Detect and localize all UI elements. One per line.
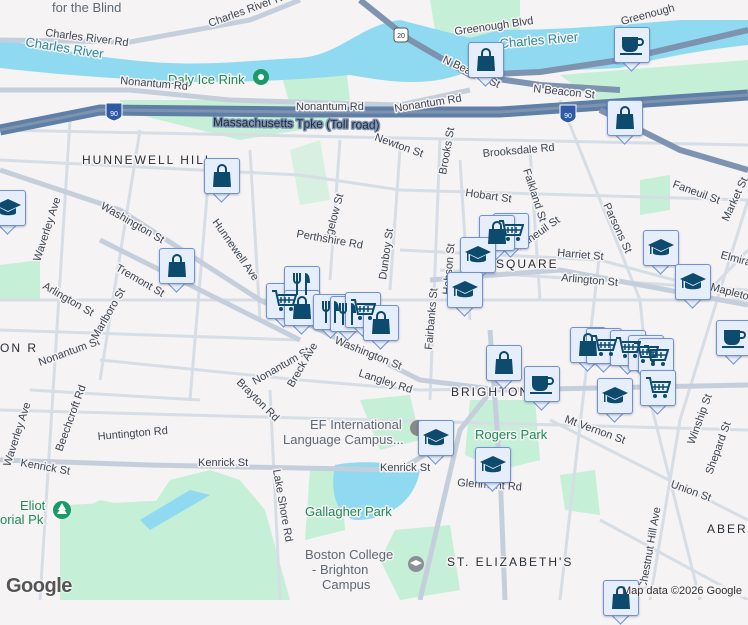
- svg-text:90: 90: [564, 113, 572, 120]
- grocery-icon: [640, 370, 676, 406]
- street-label: Lake Shore Rd: [270, 468, 295, 542]
- poi-label: Language Campus...: [283, 432, 404, 447]
- education-marker[interactable]: [447, 272, 483, 316]
- neighborhood-label: SQUARE: [496, 257, 559, 271]
- street-label: Charles River Rd: [207, 0, 290, 30]
- shopping-marker[interactable]: [159, 248, 195, 292]
- street-label: Brooksdale Rd: [482, 142, 555, 160]
- street-label: Kenrick St: [198, 457, 248, 469]
- education-icon: [643, 230, 679, 266]
- street-label: Huntington Rd: [97, 425, 168, 443]
- school-pin-icon[interactable]: [408, 556, 424, 572]
- street-label: Faneuil St: [671, 179, 722, 207]
- poi-label: Boston College: [305, 547, 393, 562]
- street-label: Hobart St: [465, 187, 513, 205]
- us20-shield-icon: 20: [394, 28, 408, 42]
- grocery-marker[interactable]: [640, 370, 676, 414]
- shopping-icon: [468, 42, 504, 78]
- svg-text:90: 90: [110, 111, 118, 118]
- cafe-marker[interactable]: [524, 366, 560, 410]
- education-icon: [675, 264, 711, 300]
- poi-label: Campus: [322, 577, 371, 592]
- park-label: Eliot: [20, 498, 46, 513]
- cafe-marker[interactable]: [614, 27, 650, 71]
- street-label: Fairbanks St: [423, 288, 440, 351]
- cafe-icon: [524, 366, 560, 402]
- street-label: Waverley Ave: [31, 196, 63, 263]
- education-marker[interactable]: [597, 378, 633, 422]
- park-label: Rogers Park: [475, 427, 548, 442]
- education-marker[interactable]: [0, 190, 26, 234]
- education-icon: [447, 272, 483, 308]
- park-tree-pin-icon[interactable]: [53, 501, 71, 519]
- education-icon: [418, 420, 454, 456]
- education-icon: [0, 190, 26, 226]
- shopping-icon: [204, 158, 240, 194]
- poi-label: for the Blind: [52, 0, 121, 15]
- shopping-marker[interactable]: [204, 158, 240, 202]
- neighborhood-label: ABERD: [707, 522, 748, 536]
- neighborhood-label: ST. ELIZABETH'S: [447, 555, 573, 569]
- i90-shield-icon: 90: [560, 105, 576, 123]
- street-label: Nonantum St: [37, 336, 101, 369]
- park-label: orial Pk: [0, 512, 44, 527]
- poi-label: EF International: [310, 417, 402, 432]
- shopping-icon: [159, 248, 195, 284]
- svg-text:20: 20: [397, 33, 405, 40]
- education-marker[interactable]: [643, 230, 679, 274]
- neighborhood-label: ON R: [0, 341, 38, 355]
- street-label: Nonantum Rd: [296, 101, 364, 113]
- neighborhood-label: HUNNEWELL HILL: [82, 153, 214, 167]
- street-label: Washington St: [99, 200, 167, 246]
- street-label: Winship St: [686, 393, 715, 447]
- grocery-icon: [638, 338, 674, 374]
- park-label: Gallagher Park: [305, 504, 392, 519]
- shopping-marker[interactable]: [486, 345, 522, 389]
- cafe-marker[interactable]: [716, 320, 748, 364]
- street-label: Harriet St: [557, 247, 604, 263]
- street-label: Parsons St: [600, 201, 634, 255]
- education-marker[interactable]: [418, 420, 454, 464]
- education-icon: [475, 447, 511, 483]
- shopping-icon: [486, 345, 522, 381]
- street-label: Arlington St: [561, 272, 619, 289]
- shopping-marker[interactable]: [607, 100, 643, 144]
- i90-shield-icon: 90: [106, 103, 122, 121]
- daly-ice-rink-pin-icon[interactable]: [253, 69, 269, 85]
- street-label: Brooks St: [437, 126, 457, 175]
- highway-label: Massachusetts Tpke (Toll road): [213, 115, 380, 132]
- education-icon: [597, 378, 633, 414]
- shopping-marker[interactable]: [468, 42, 504, 86]
- education-marker[interactable]: [475, 447, 511, 491]
- cafe-icon: [716, 320, 748, 356]
- cafe-icon: [614, 27, 650, 63]
- education-marker[interactable]: [675, 264, 711, 308]
- map-attribution[interactable]: Map data ©2026 Google: [620, 585, 744, 597]
- shopping-icon: [607, 100, 643, 136]
- google-logo: Google: [6, 575, 72, 598]
- poi-label: - Brighton: [312, 562, 368, 577]
